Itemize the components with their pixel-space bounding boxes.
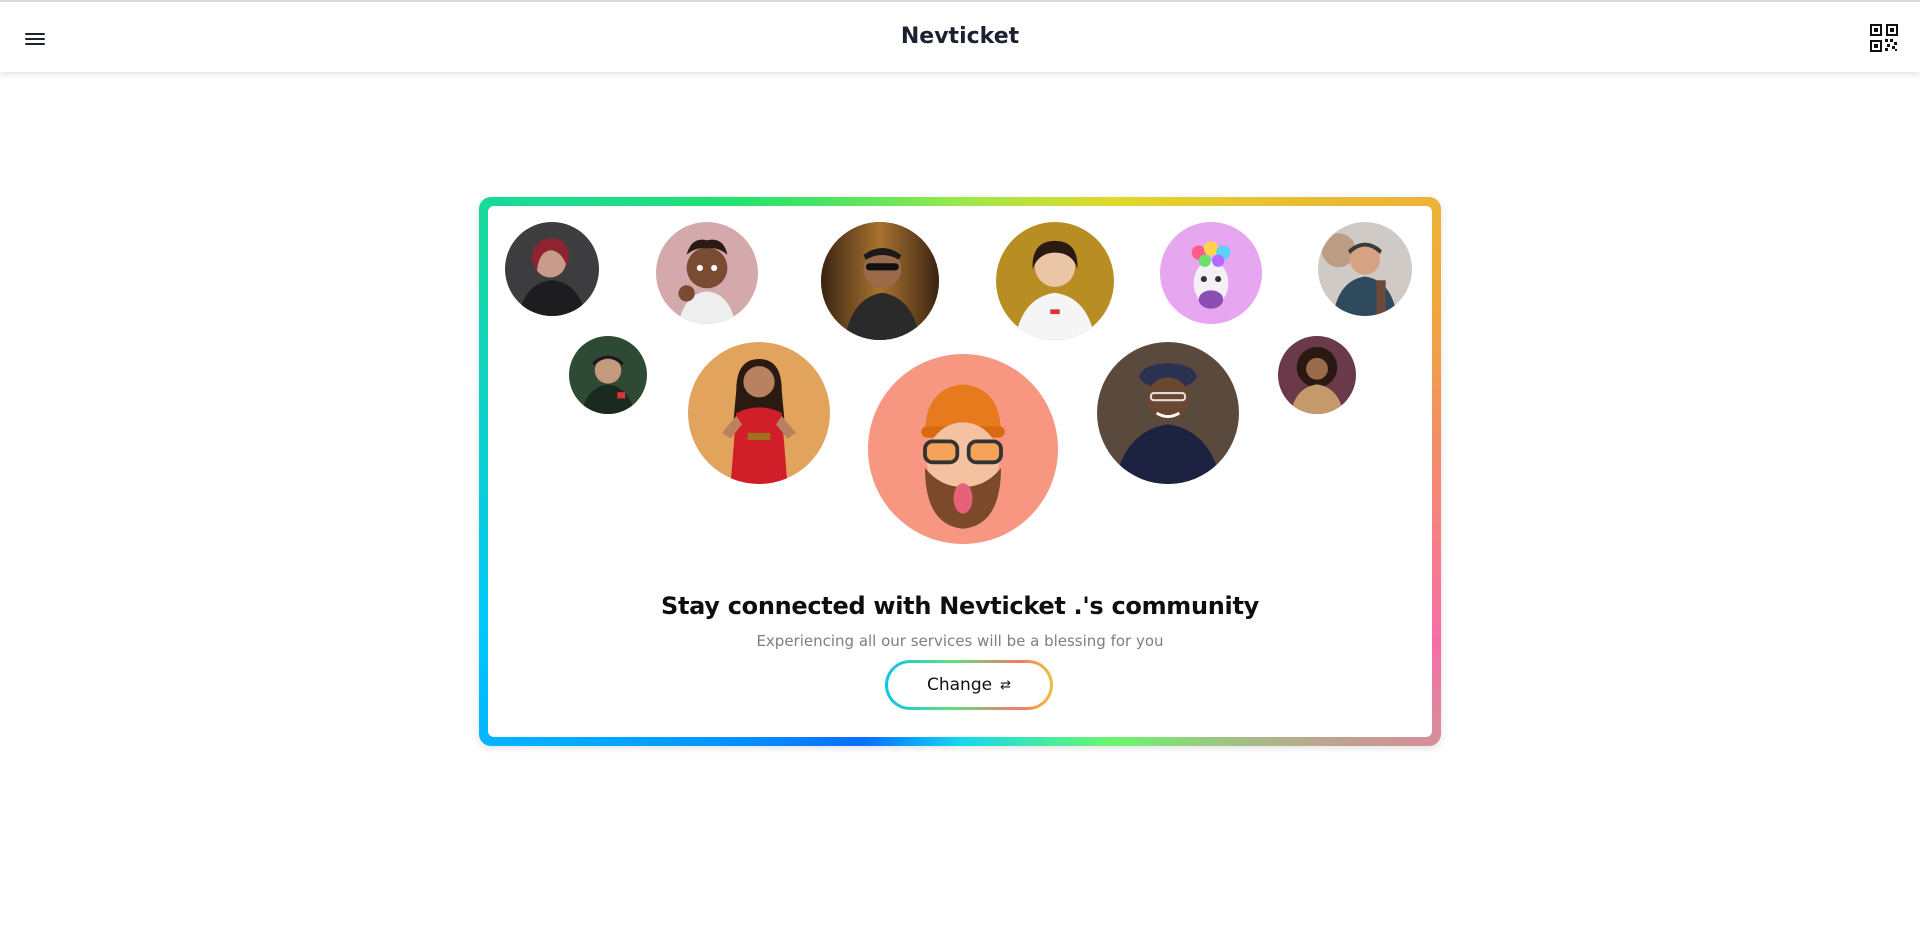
app-brand-title[interactable]: Nevticket <box>0 24 1920 49</box>
community-card-border: Stay connected with Nevticket .'s commun… <box>479 197 1441 746</box>
avatar-man-beret <box>1097 342 1239 484</box>
avatar-woman-curly-hair <box>1278 336 1356 414</box>
swap-arrows-icon: ⇄ <box>1000 677 1011 693</box>
change-button-label: Change <box>927 675 993 695</box>
change-button-inner: Change ⇄ <box>888 663 1050 707</box>
avatar-featured-memoji-beard <box>868 354 1058 544</box>
avatar-woman-smiling-white-shirt <box>996 222 1114 340</box>
avatar-man-cap-backpack <box>1318 222 1412 316</box>
avatar-woman-red-hair <box>505 222 599 316</box>
community-subline: Experiencing all our services will be a … <box>756 632 1164 650</box>
community-card: Stay connected with Nevticket .'s commun… <box>488 206 1432 737</box>
community-headline: Stay connected with Nevticket .'s commun… <box>660 592 1259 620</box>
avatar-man-sunglasses <box>821 222 939 340</box>
avatar-man-green-cap <box>569 336 647 414</box>
qr-code-icon[interactable] <box>1870 24 1898 52</box>
avatar-unicorn-memoji <box>1160 222 1262 324</box>
avatar-woman-red-dress <box>688 342 830 484</box>
top-navigation-bar: Nevticket <box>0 0 1920 72</box>
avatar-memoji-boy <box>656 222 758 324</box>
change-button[interactable]: Change ⇄ <box>885 660 1053 710</box>
